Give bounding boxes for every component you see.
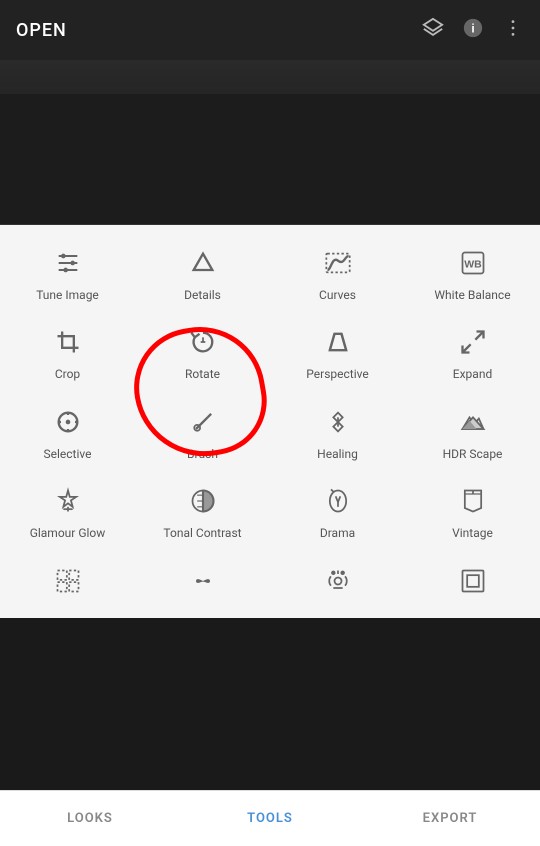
tool-expand[interactable]: Expand — [405, 314, 540, 393]
brush-label: Brush — [187, 447, 218, 461]
drama-label: Drama — [320, 526, 355, 540]
vintage-icon — [459, 487, 487, 520]
tools-grid: Tune Image Details Curves WB — [0, 235, 540, 618]
grunge-icon — [54, 567, 82, 600]
svg-text:WB: WB — [464, 259, 482, 271]
tune-image-label: Tune Image — [36, 288, 99, 302]
selective-icon — [54, 408, 82, 441]
tool-vintage[interactable]: Vintage — [405, 473, 540, 552]
more-icon[interactable] — [502, 17, 524, 44]
glamour-glow-label: Glamour Glow — [30, 526, 106, 540]
retro-icon — [324, 567, 352, 600]
tool-face[interactable] — [135, 553, 270, 618]
tool-frames[interactable] — [405, 553, 540, 618]
rotate-icon — [189, 328, 217, 361]
hdr-scape-label: HDR Scape — [443, 447, 503, 461]
bottom-nav: LOOKS TOOLS EXPORT — [0, 790, 540, 846]
tool-drama[interactable]: Drama — [270, 473, 405, 552]
brush-icon — [189, 408, 217, 441]
tool-rotate[interactable]: Rotate — [135, 314, 270, 393]
expand-label: Expand — [453, 367, 492, 381]
top-bar: OPEN i — [0, 0, 540, 60]
face-icon — [189, 567, 217, 600]
svg-text:i: i — [471, 21, 474, 35]
perspective-label: Perspective — [306, 367, 368, 381]
tool-curves[interactable]: Curves — [270, 235, 405, 314]
healing-label: Healing — [317, 447, 358, 461]
rotate-label: Rotate — [185, 367, 220, 381]
tool-glamour-glow[interactable]: Glamour Glow — [0, 473, 135, 552]
hdr-scape-icon — [459, 408, 487, 441]
tool-details[interactable]: Details — [135, 235, 270, 314]
tool-perspective[interactable]: Perspective — [270, 314, 405, 393]
nav-export[interactable]: EXPORT — [360, 811, 540, 826]
info-icon[interactable]: i — [462, 17, 484, 44]
curves-label: Curves — [319, 288, 356, 302]
image-preview — [0, 60, 540, 225]
tool-retro[interactable] — [270, 553, 405, 618]
layers-icon[interactable] — [422, 17, 444, 44]
vintage-label: Vintage — [452, 526, 493, 540]
tonal-contrast-label: Tonal Contrast — [163, 526, 241, 540]
tool-crop[interactable]: Crop — [0, 314, 135, 393]
glamour-glow-icon — [54, 487, 82, 520]
top-bar-icons: i — [422, 17, 524, 44]
frames-icon — [459, 567, 487, 600]
crop-icon — [54, 328, 82, 361]
tool-healing[interactable]: Healing — [270, 394, 405, 473]
app-title: OPEN — [16, 20, 67, 41]
details-icon — [189, 249, 217, 282]
tool-tonal-contrast[interactable]: Tonal Contrast — [135, 473, 270, 552]
details-label: Details — [184, 288, 221, 302]
selective-label: Selective — [44, 447, 92, 461]
expand-icon — [459, 328, 487, 361]
image-dark-area — [0, 94, 540, 224]
nav-looks[interactable]: LOOKS — [0, 811, 180, 826]
crop-label: Crop — [55, 367, 80, 381]
tool-brush[interactable]: Brush — [135, 394, 270, 473]
tool-white-balance[interactable]: WB White Balance — [405, 235, 540, 314]
tool-tune-image[interactable]: Tune Image — [0, 235, 135, 314]
tonal-contrast-icon — [189, 487, 217, 520]
white-balance-label: White Balance — [434, 288, 510, 302]
nav-tools[interactable]: TOOLS — [180, 811, 360, 826]
tools-area: Tune Image Details Curves WB — [0, 225, 540, 618]
curves-icon — [324, 249, 352, 282]
tool-grunge[interactable] — [0, 553, 135, 618]
white-balance-icon: WB — [459, 249, 487, 282]
tool-selective[interactable]: Selective — [0, 394, 135, 473]
healing-icon — [324, 408, 352, 441]
perspective-icon — [324, 328, 352, 361]
tool-hdr-scape[interactable]: HDR Scape — [405, 394, 540, 473]
tune-image-icon — [54, 249, 82, 282]
drama-icon — [324, 487, 352, 520]
